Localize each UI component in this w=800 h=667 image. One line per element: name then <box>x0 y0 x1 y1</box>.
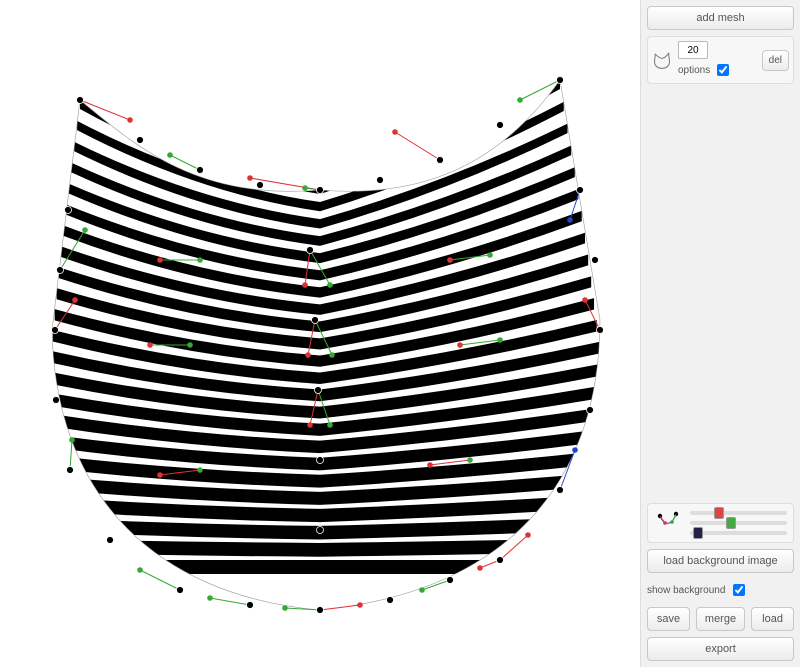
slider-red[interactable] <box>690 511 787 515</box>
add-mesh-button[interactable]: add mesh <box>647 6 794 30</box>
slider-green[interactable] <box>690 521 787 525</box>
options-checkbox[interactable] <box>717 64 729 76</box>
options-label: options <box>678 65 710 76</box>
side-panel: add mesh options del <box>640 0 800 667</box>
save-button[interactable]: save <box>647 607 690 631</box>
delete-mesh-button[interactable]: del <box>762 50 789 71</box>
load-button[interactable]: load <box>751 607 794 631</box>
mesh-entry: options del <box>647 36 794 84</box>
mesh-svg[interactable] <box>0 0 640 667</box>
show-background-label: show background <box>647 585 725 596</box>
load-background-button[interactable]: load background image <box>647 549 794 573</box>
mesh-outline-icon <box>652 50 672 70</box>
mesh-canvas[interactable] <box>0 0 640 667</box>
export-button[interactable]: export <box>647 637 794 661</box>
color-sliders <box>647 503 794 543</box>
merge-button[interactable]: merge <box>696 607 745 631</box>
mesh-options: options <box>678 41 756 79</box>
stripe-count-input[interactable] <box>678 41 708 59</box>
show-background-checkbox[interactable] <box>733 584 745 596</box>
show-background-row: show background <box>647 579 794 601</box>
panel-spacer <box>647 90 794 497</box>
slider-blue[interactable] <box>690 531 787 535</box>
app-root: add mesh options del <box>0 0 800 667</box>
control-handles-icon <box>654 510 682 536</box>
